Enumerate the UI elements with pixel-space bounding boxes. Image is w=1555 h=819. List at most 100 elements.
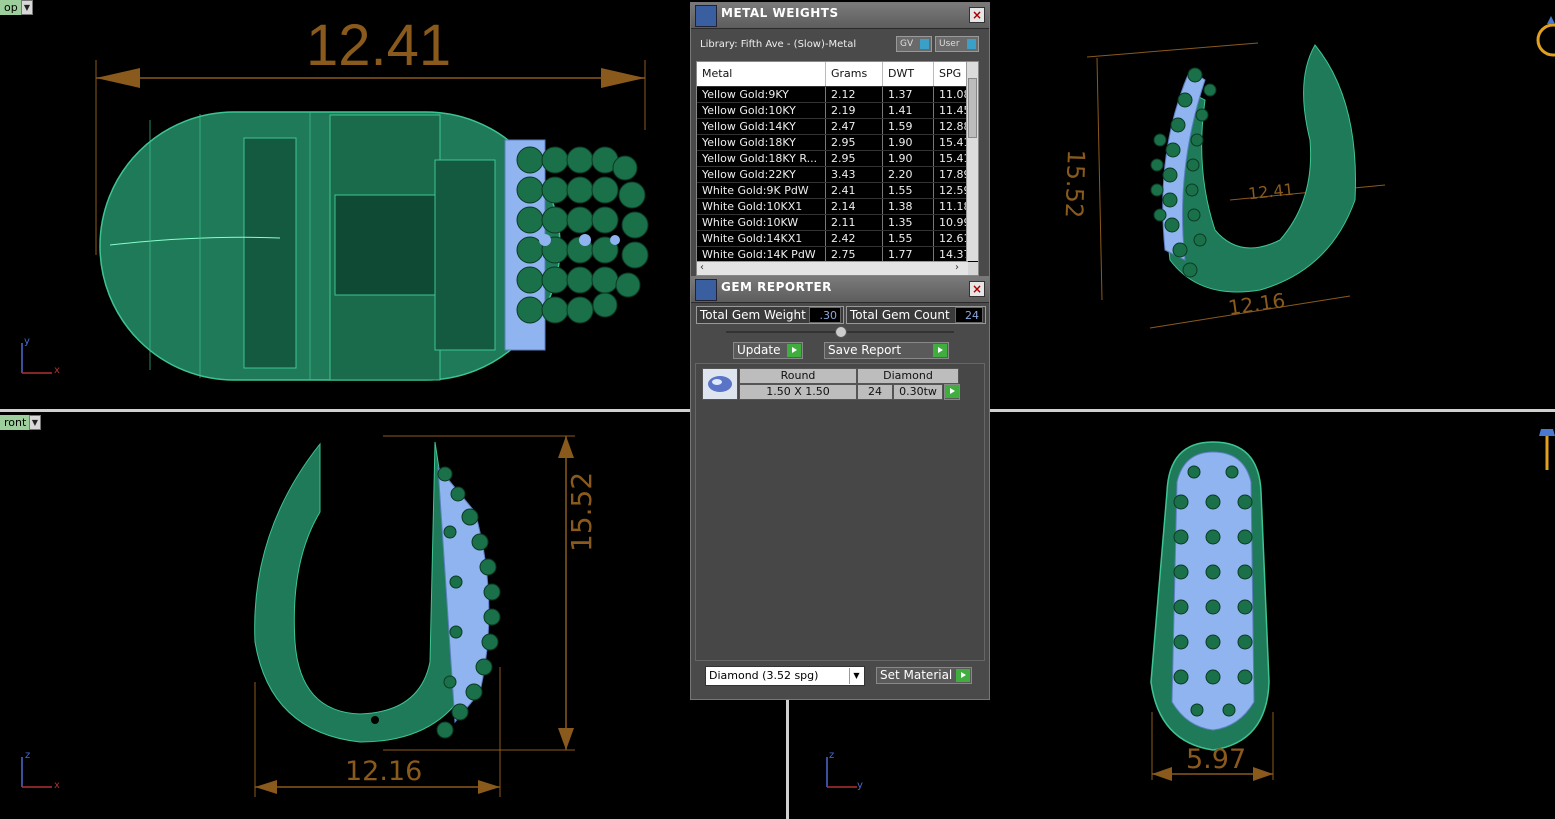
metal-table[interactable]: Metal Grams DWT SPG Yellow Gold:9KY 2.12 1… bbox=[696, 61, 979, 276]
spg-cell: 15.41 bbox=[934, 135, 968, 150]
gem-detail-play-icon bbox=[945, 385, 959, 398]
table-row[interactable]: White Gold:10KW 2.11 1.35 10.99 bbox=[697, 214, 978, 230]
viewport-top-label[interactable]: op bbox=[0, 0, 22, 15]
user-toggle-label: User bbox=[939, 39, 960, 49]
table-row[interactable]: White Gold:14K PdW 2.75 1.77 14.37 bbox=[697, 246, 978, 262]
metal-name-cell: White Gold:14K PdW bbox=[697, 247, 826, 262]
viewport-front-dropdown[interactable]: ▼ bbox=[29, 415, 41, 430]
save-report-button[interactable]: Save Report bbox=[824, 342, 949, 359]
table-row[interactable]: Yellow Gold:9KY 2.12 1.37 11.08 bbox=[697, 86, 978, 102]
material-select[interactable]: Diamond (3.52 spg) ▼ bbox=[705, 666, 865, 686]
axis-label-x: x bbox=[54, 365, 60, 376]
top-dimension-label: 12.41 bbox=[306, 13, 452, 78]
table-row[interactable]: Yellow Gold:22KY 3.43 2.20 17.89 bbox=[697, 166, 978, 182]
save-report-button-label: Save Report bbox=[828, 343, 902, 357]
spg-cell: 12.59 bbox=[934, 183, 968, 198]
gem-view-icon[interactable] bbox=[1537, 424, 1555, 474]
table-row[interactable]: Yellow Gold:14KY 2.47 1.59 12.88 bbox=[697, 118, 978, 134]
update-button[interactable]: Update bbox=[733, 342, 803, 359]
gem-detail-button[interactable] bbox=[944, 384, 960, 400]
metal-weights-title: METAL WEIGHTS bbox=[721, 6, 839, 20]
gem-count: 24 bbox=[857, 384, 893, 400]
set-material-button-label: Set Material bbox=[880, 668, 953, 682]
gem-material: Diamond bbox=[857, 368, 959, 384]
table-row[interactable]: White Gold:9K PdW 2.41 1.55 12.59 bbox=[697, 182, 978, 198]
dwt-cell: 1.37 bbox=[883, 87, 934, 102]
scroll-right-icon[interactable]: › bbox=[955, 262, 959, 273]
grams-cell: 2.19 bbox=[826, 103, 883, 118]
axis-label-y: y bbox=[24, 336, 30, 347]
viewport-front[interactable]: 15.52 12.16 z x ront ▼ bbox=[0, 412, 786, 819]
spg-cell: 15.41 bbox=[934, 151, 968, 166]
metal-weights-titlebar[interactable]: METAL WEIGHTS × bbox=[691, 3, 989, 29]
right-width-label: 5.97 bbox=[1186, 744, 1247, 775]
set-material-button[interactable]: Set Material bbox=[876, 667, 972, 684]
metal-name-cell: White Gold:9K PdW bbox=[697, 183, 826, 198]
gem-size: 1.50 X 1.50 bbox=[739, 384, 857, 400]
table-row[interactable]: White Gold:10KX1 2.14 1.38 11.18 bbox=[697, 198, 978, 214]
total-gem-count-value: 24 bbox=[955, 307, 983, 323]
grams-cell: 2.12 bbox=[826, 87, 883, 102]
spg-cell: 11.45 bbox=[934, 103, 968, 118]
dwt-cell: 1.35 bbox=[883, 215, 934, 230]
chevron-down-icon[interactable]: ▼ bbox=[849, 668, 863, 684]
column-spg[interactable]: SPG bbox=[934, 62, 968, 86]
scroll-left-icon[interactable]: ‹ bbox=[700, 262, 704, 273]
perspective-height-label: 15.52 bbox=[1059, 149, 1090, 219]
column-grams[interactable]: Grams bbox=[826, 62, 883, 86]
metal-table-hscroll[interactable]: ‹ › bbox=[697, 261, 968, 275]
grams-cell: 2.95 bbox=[826, 135, 883, 150]
gem-reporter-icon bbox=[695, 279, 717, 301]
ring-view-icon[interactable] bbox=[1531, 10, 1555, 60]
metal-name-cell: Yellow Gold:18KY bbox=[697, 135, 826, 150]
metal-table-vscroll[interactable] bbox=[966, 62, 978, 261]
spg-cell: 11.08 bbox=[934, 87, 968, 102]
axis-label-z: z bbox=[829, 750, 835, 761]
viewport-top[interactable]: 12.41 y x op ▼ bbox=[0, 0, 688, 409]
axis-label-y: y bbox=[857, 780, 863, 791]
spg-cell: 10.99 bbox=[934, 215, 968, 230]
library-label: Library: Fifth Ave - (Slow)-Metal bbox=[700, 39, 857, 50]
viewport-perspective[interactable]: 15.52 12.16 12.41 bbox=[990, 0, 1555, 409]
table-row[interactable]: Yellow Gold:18KY R... 2.95 1.90 15.41 bbox=[697, 150, 978, 166]
column-metal[interactable]: Metal bbox=[697, 62, 826, 86]
metal-name-cell: Yellow Gold:9KY bbox=[697, 87, 826, 102]
grams-cell: 2.42 bbox=[826, 231, 883, 246]
splitter-handle[interactable] bbox=[835, 326, 847, 338]
column-dwt[interactable]: DWT bbox=[883, 62, 934, 86]
update-button-label: Update bbox=[737, 343, 781, 357]
gv-toggle[interactable]: GV bbox=[896, 36, 932, 52]
gem-reporter-titlebar[interactable]: GEM REPORTER × bbox=[691, 277, 989, 303]
gem-list-area[interactable]: Round Diamond 1.50 X 1.50 24 0.30tw bbox=[695, 363, 985, 661]
vscroll-thumb[interactable] bbox=[968, 78, 977, 138]
table-row[interactable]: Yellow Gold:18KY 2.95 1.90 15.41 bbox=[697, 134, 978, 150]
metal-table-header: Metal Grams DWT SPG bbox=[697, 62, 978, 86]
gem-reporter-close-icon[interactable]: × bbox=[969, 281, 985, 297]
viewport-top-dropdown[interactable]: ▼ bbox=[21, 0, 33, 15]
dwt-cell: 1.38 bbox=[883, 199, 934, 214]
gv-toggle-label: GV bbox=[900, 39, 914, 49]
spg-cell: 12.61 bbox=[934, 231, 968, 246]
save-report-play-icon bbox=[933, 344, 947, 357]
total-gem-weight-value: .30 bbox=[809, 307, 841, 323]
grams-cell: 2.14 bbox=[826, 199, 883, 214]
dwt-cell: 1.41 bbox=[883, 103, 934, 118]
set-material-play-icon bbox=[956, 669, 970, 682]
metal-weights-icon bbox=[695, 5, 717, 27]
table-row[interactable]: Yellow Gold:10KY 2.19 1.41 11.45 bbox=[697, 102, 978, 118]
grams-cell: 2.11 bbox=[826, 215, 883, 230]
round-gem-icon bbox=[702, 368, 738, 400]
table-row[interactable]: White Gold:14KX1 2.42 1.55 12.61 bbox=[697, 230, 978, 246]
app-root: 12.41 y x op ▼ 15.52 12.16 12.41 15.52 1… bbox=[0, 0, 1555, 819]
metal-name-cell: Yellow Gold:18KY R... bbox=[697, 151, 826, 166]
axis-label-z: z bbox=[25, 750, 31, 761]
user-toggle[interactable]: User bbox=[935, 36, 979, 52]
spg-cell: 14.37 bbox=[934, 247, 968, 262]
dwt-cell: 1.59 bbox=[883, 119, 934, 134]
metal-weights-close-icon[interactable]: × bbox=[969, 7, 985, 23]
viewport-front-label[interactable]: ront bbox=[0, 415, 31, 430]
gem-reporter-panel: GEM REPORTER × Total Gem Weight .30 Tota… bbox=[690, 276, 990, 700]
dwt-cell: 1.55 bbox=[883, 183, 934, 198]
metal-name-cell: White Gold:10KX1 bbox=[697, 199, 826, 214]
metal-table-body: Yellow Gold:9KY 2.12 1.37 11.08 Yellow Gold:… bbox=[697, 86, 978, 262]
